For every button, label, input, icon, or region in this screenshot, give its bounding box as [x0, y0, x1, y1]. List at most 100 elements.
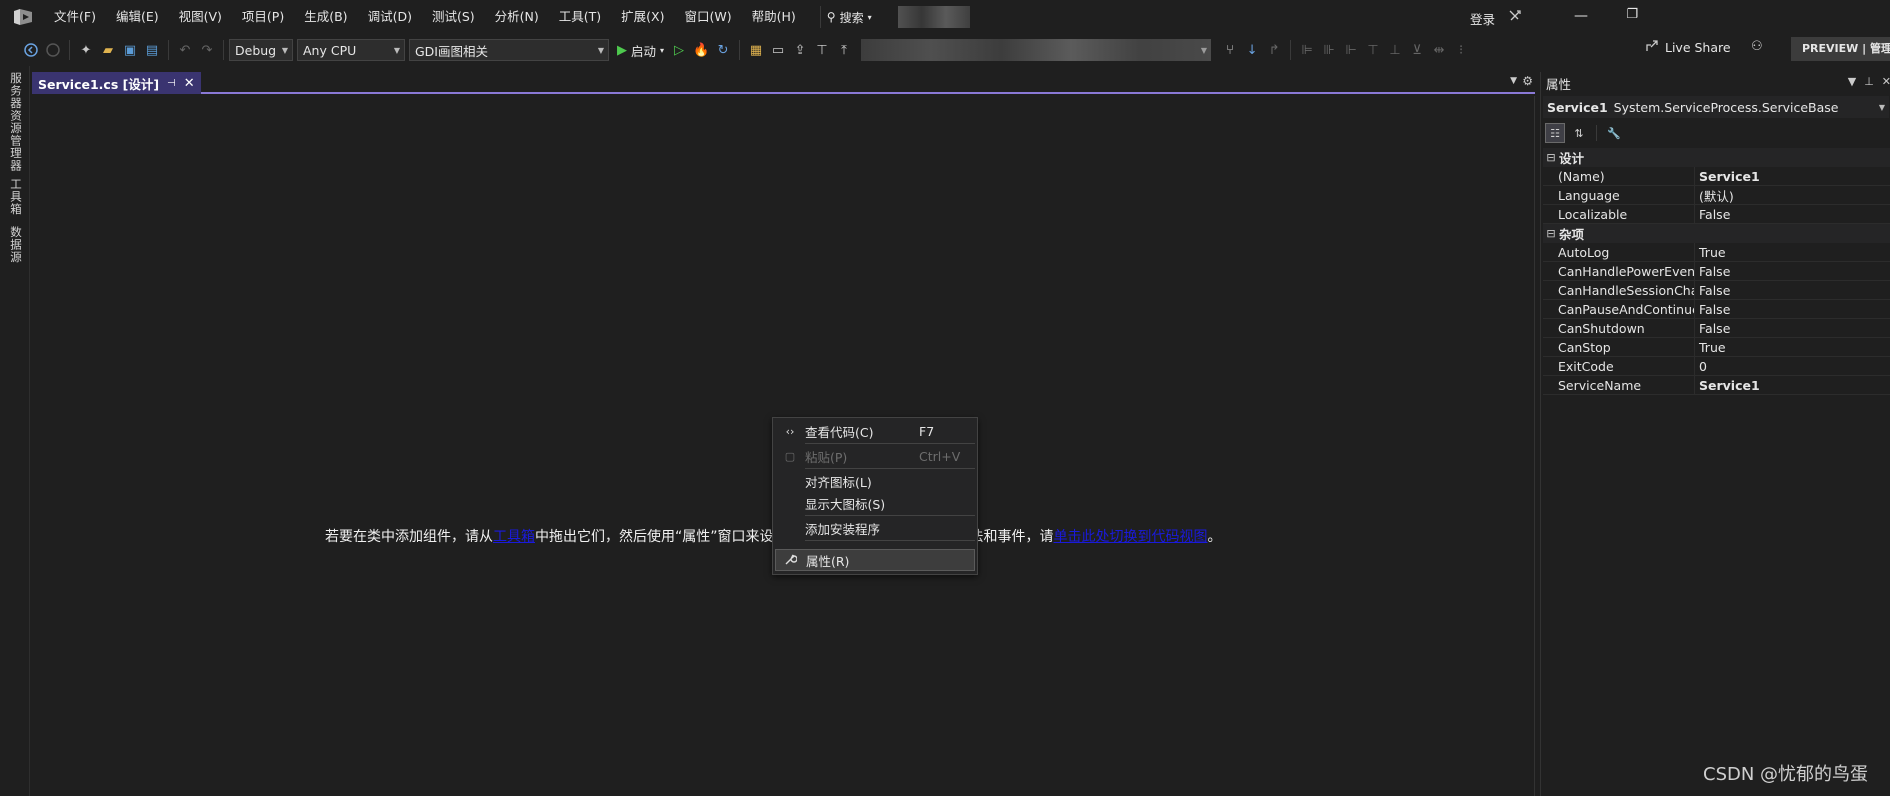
menu-item-11[interactable]: 帮助(H) — [742, 0, 806, 34]
login-button[interactable]: 登录 — [1470, 9, 1495, 28]
pin-tab-icon[interactable]: ⊣ — [167, 78, 176, 89]
close-icon[interactable]: ✕ — [1882, 75, 1890, 88]
property-value[interactable]: False — [1695, 302, 1730, 317]
step-over-icon[interactable]: ↱ — [1263, 39, 1285, 61]
startup-project-select[interactable]: GDI画图相关 ▼ — [409, 39, 609, 61]
copilot-icon[interactable]: ⚇ — [1751, 39, 1763, 54]
tab-data-sources[interactable]: 数据源 — [8, 226, 24, 264]
property-value[interactable]: (默认) — [1695, 186, 1734, 205]
spacing-icon[interactable]: ⇹ — [1428, 39, 1450, 61]
align-center-icon[interactable]: ⊪ — [1318, 39, 1340, 61]
tab-server-explorer[interactable]: 服务器资源管理器 — [8, 72, 24, 172]
solution-explorer-icon[interactable]: ▦ — [745, 39, 767, 61]
align-top-icon[interactable]: ⊤ — [1362, 39, 1384, 61]
start-debugging-button[interactable]: ▶ 启动 ▾ — [613, 41, 668, 60]
menu-item-3[interactable]: 项目(P) — [232, 0, 294, 34]
property-row[interactable]: (Name) Service1 — [1543, 166, 1890, 186]
blurred-combo-box[interactable]: ▼ — [861, 39, 1212, 61]
preview-badge[interactable]: PREVIEW | 管理员 — [1791, 37, 1890, 61]
property-row[interactable]: CanPauseAndContinue False — [1543, 299, 1890, 319]
menu-item-9[interactable]: 扩展(X) — [611, 0, 674, 34]
menu-item-7[interactable]: 分析(N) — [485, 0, 549, 34]
object-selector[interactable]: Service1 System.ServiceProcess.ServiceBa… — [1543, 96, 1889, 118]
layout-icon[interactable]: ▭ — [767, 39, 789, 61]
feedback-icon[interactable] — [1508, 9, 1522, 26]
start-without-debugging-icon[interactable]: ▷ — [668, 39, 690, 61]
property-row[interactable]: Localizable False — [1543, 204, 1890, 224]
search-button[interactable]: ⚲ 搜索 ▾ — [819, 6, 878, 28]
menu-item-align-icons[interactable]: 对齐图标(L) — [775, 470, 975, 492]
chevron-down-icon[interactable]: ▼ — [1848, 75, 1856, 88]
redo-icon[interactable]: ↷ — [196, 39, 218, 61]
menu-item-add-installer[interactable]: 添加安装程序 — [775, 517, 975, 539]
menu-item-4[interactable]: 生成(B) — [294, 0, 357, 34]
tab-toolbox[interactable]: 工具箱 — [8, 178, 24, 216]
property-value[interactable]: True — [1695, 245, 1726, 260]
property-row[interactable]: AutoLog True — [1543, 242, 1890, 262]
restore-window-icon[interactable]: ❐ — [1626, 7, 1638, 22]
toolbox-link[interactable]: 工具箱 — [493, 529, 535, 545]
solution-platform-select[interactable]: Any CPU ▼ — [297, 39, 405, 61]
menu-item-5[interactable]: 调试(D) — [358, 0, 422, 34]
property-row[interactable]: CanHandleSessionChangeEventFalse — [1543, 280, 1890, 300]
undo-icon[interactable]: ↶ — [174, 39, 196, 61]
live-share-button[interactable]: Live Share — [1645, 39, 1731, 56]
property-category[interactable]: ⊟ 杂项 — [1543, 224, 1890, 243]
pin-icon[interactable]: ⊥ — [1864, 75, 1874, 88]
navigate-back-icon[interactable] — [20, 39, 42, 61]
step-into-icon[interactable]: ↓ — [1241, 39, 1263, 61]
navigate-forward-icon[interactable] — [42, 39, 64, 61]
menu-item-2[interactable]: 视图(V) — [169, 0, 232, 34]
code-view-link[interactable]: 单击此处切换到代码视图 — [1054, 529, 1208, 545]
property-row[interactable]: CanShutdown False — [1543, 318, 1890, 338]
property-category[interactable]: ⊟ 设计 — [1543, 148, 1890, 167]
tab-list-dropdown-icon[interactable]: ▼ — [1510, 76, 1517, 86]
hot-reload-icon[interactable]: 🔥 — [690, 39, 712, 61]
save-icon[interactable]: ▣ — [119, 39, 141, 61]
property-value[interactable]: False — [1695, 321, 1730, 336]
menu-item-paste[interactable]: ▢ 粘贴(P) Ctrl+V — [775, 445, 975, 467]
property-value[interactable]: False — [1695, 207, 1730, 222]
git-branch-icon[interactable]: ⑂ — [1219, 39, 1241, 61]
property-row[interactable]: CanHandlePowerEvent False — [1543, 261, 1890, 281]
menu-item-10[interactable]: 窗口(W) — [674, 0, 741, 34]
solution-configuration-select[interactable]: Debug ▼ — [229, 39, 293, 61]
categorized-icon[interactable]: ☷ — [1545, 123, 1565, 143]
collapse-icon[interactable]: ⊟ — [1543, 227, 1559, 240]
gear-icon[interactable]: ⚙ — [1522, 74, 1533, 88]
menu-item-view-code[interactable]: ‹› 查看代码(C) F7 — [775, 420, 975, 442]
property-row[interactable]: ExitCode 0 — [1543, 356, 1890, 376]
align-middle-icon[interactable]: ⊥ — [1384, 39, 1406, 61]
upload-icon[interactable]: ⤒ — [833, 39, 855, 61]
menu-item-0[interactable]: 文件(F) — [44, 0, 106, 34]
property-value[interactable]: Service1 — [1695, 378, 1760, 393]
alphabetical-icon[interactable]: ⇅ — [1569, 123, 1589, 143]
property-value[interactable]: False — [1695, 264, 1730, 279]
minimize-window-icon[interactable]: — — [1574, 8, 1588, 24]
menu-item-properties[interactable]: 属性(R) — [775, 549, 975, 571]
align-right-icon[interactable]: ⊩ — [1340, 39, 1362, 61]
menu-item-show-large-icons[interactable]: 显示大图标(S) — [775, 492, 975, 514]
property-value[interactable]: 0 — [1695, 359, 1707, 374]
new-project-icon[interactable]: ✦ — [75, 39, 97, 61]
property-row[interactable]: ServiceName Service1 — [1543, 375, 1890, 395]
refresh-icon[interactable]: ↻ — [712, 39, 734, 61]
menu-item-1[interactable]: 编辑(E) — [106, 0, 169, 34]
property-value[interactable]: True — [1695, 340, 1726, 355]
publish-icon[interactable]: ⊤ — [811, 39, 833, 61]
property-row[interactable]: Language (默认) — [1543, 185, 1890, 205]
toolbar-overflow-icon[interactable]: ⁝ — [1450, 39, 1472, 61]
property-value[interactable]: Service1 — [1695, 169, 1760, 184]
align-bottom-icon[interactable]: ⊻ — [1406, 39, 1428, 61]
align-left-icon[interactable]: ⊫ — [1296, 39, 1318, 61]
open-folder-icon[interactable]: ▰ — [97, 39, 119, 61]
tab-service1-design[interactable]: Service1.cs [设计] ⊣ ✕ — [32, 72, 201, 94]
menu-item-8[interactable]: 工具(T) — [549, 0, 611, 34]
menu-item-6[interactable]: 测试(S) — [422, 0, 485, 34]
deploy-icon[interactable]: ⇪ — [789, 39, 811, 61]
save-all-icon[interactable]: ▤ — [141, 39, 163, 61]
property-row[interactable]: CanStop True — [1543, 337, 1890, 357]
close-tab-icon[interactable]: ✕ — [184, 76, 195, 91]
property-value[interactable]: False — [1695, 283, 1730, 298]
collapse-icon[interactable]: ⊟ — [1543, 151, 1559, 164]
